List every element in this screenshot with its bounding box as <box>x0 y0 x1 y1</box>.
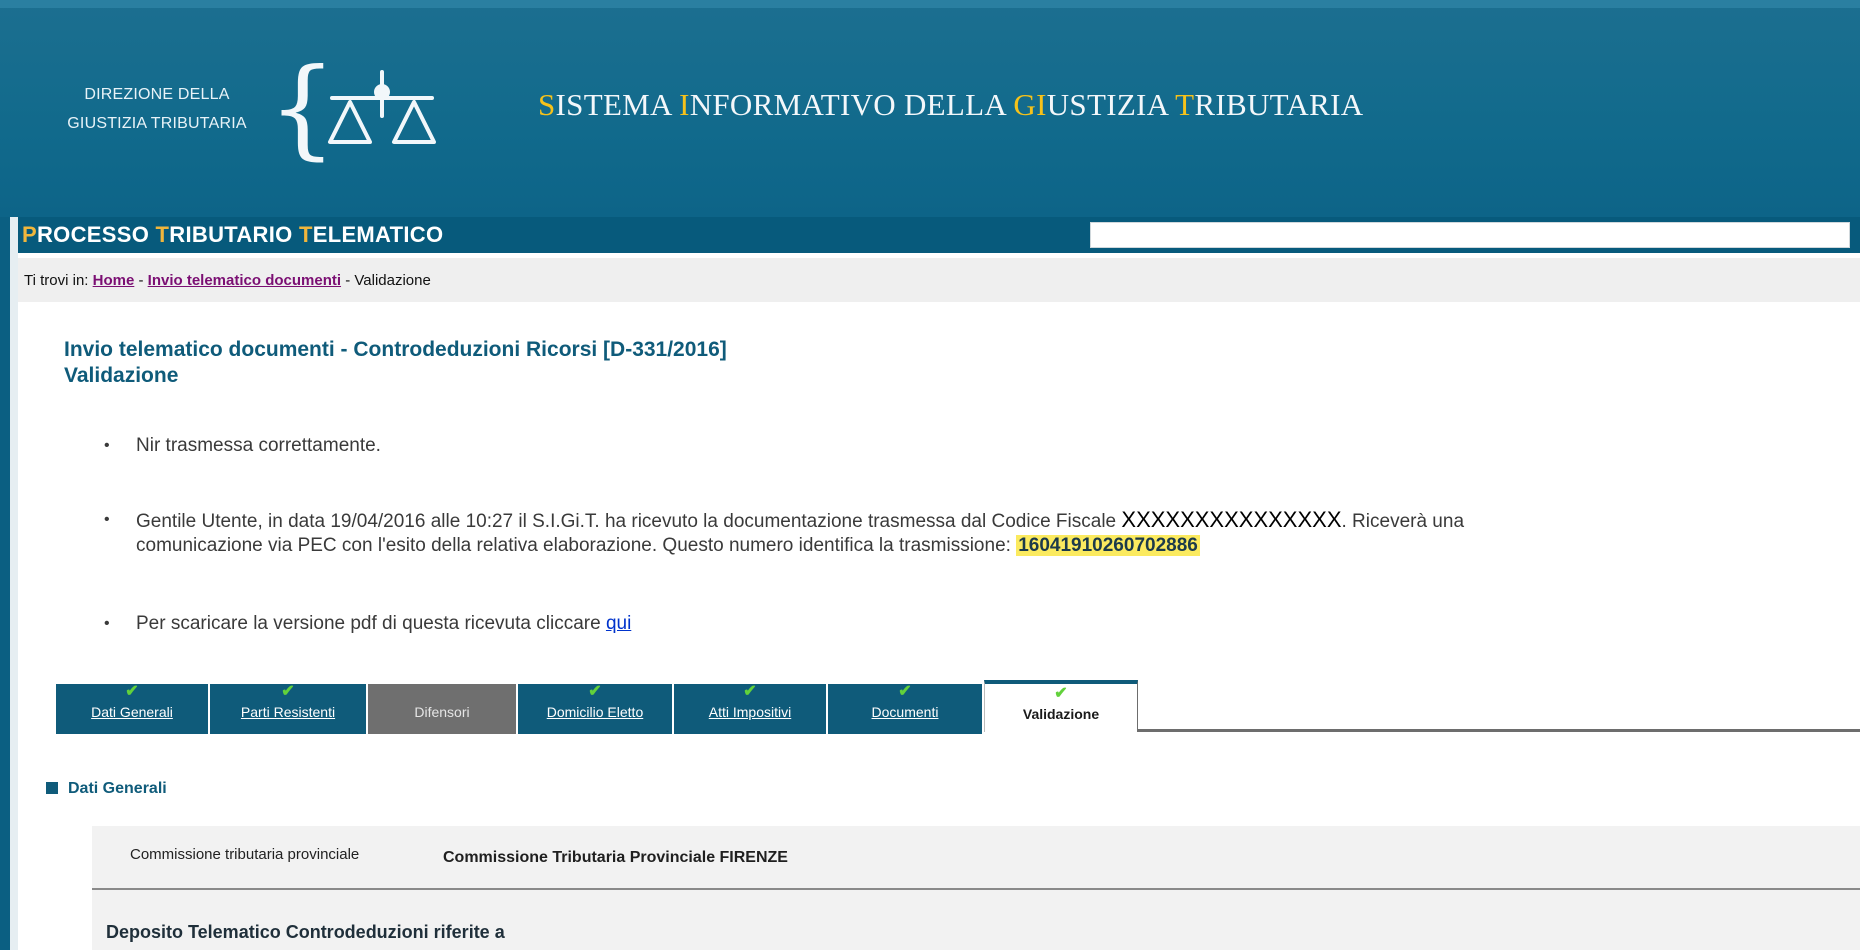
scales-of-justice-icon <box>328 70 436 144</box>
message-item: • Gentile Utente, in data 19/04/2016 all… <box>104 508 1854 562</box>
breadcrumb-prefix: Ti trovi in: <box>24 272 93 289</box>
breadcrumb-current: Validazione <box>354 272 431 289</box>
tab-label: Domicilio Eletto <box>546 704 644 720</box>
breadcrumb-separator: - <box>134 272 148 289</box>
left-frame-border <box>0 217 10 950</box>
message-text: . Riceverà una <box>1341 511 1465 532</box>
system-title-initial: T <box>1175 87 1195 122</box>
tab-documenti[interactable]: ✔ Documenti <box>828 684 982 734</box>
ptt-word: ELEMATICO <box>312 222 444 247</box>
org-name-line2: GIUSTIZIA TRIBUTARIA <box>67 115 247 132</box>
check-icon: ✔ <box>1054 685 1068 702</box>
org-name: DIREZIONE DELLA GIUSTIZIA TRIBUTARIA <box>52 80 262 138</box>
system-title: SISTEMA INFORMATIVO DELLA GIUSTIZIA TRIB… <box>538 87 1363 123</box>
breadcrumb-home-link[interactable]: Home <box>93 272 135 289</box>
check-icon: ✔ <box>898 683 912 700</box>
tab-label: Parti Resistenti <box>240 704 336 720</box>
system-title-word: USTIZIA <box>1046 87 1176 122</box>
message-text: Gentile Utente, in data 19/04/2016 alle … <box>136 511 1122 532</box>
commissione-label: Commissione tributaria provinciale <box>130 846 360 863</box>
tab-label: Documenti <box>871 704 939 720</box>
tab-label: Dati Generali <box>91 704 173 720</box>
message-item: • Nir trasmessa correttamente. <box>104 434 1804 460</box>
message-text-block: Gentile Utente, in data 19/04/2016 alle … <box>136 508 1464 558</box>
org-name-line1: DIREZIONE DELLA <box>84 86 230 103</box>
deposito-title: Deposito Telematico Controdeduzioni rife… <box>106 922 505 942</box>
breadcrumb-section-link[interactable]: Invio telematico documenti <box>148 272 341 289</box>
tab-dati-generali[interactable]: ✔ Dati Generali <box>56 684 208 734</box>
system-title-word: ISTEMA <box>555 87 680 122</box>
ptt-initial: T <box>155 222 170 247</box>
ptt-word: ROCESSO <box>36 222 156 247</box>
bullet: • <box>104 511 110 528</box>
message-text: comunicazione via PEC con l'esito della … <box>136 535 1017 556</box>
bullet: • <box>104 615 110 632</box>
breadcrumb-separator: - <box>341 272 355 289</box>
ptt-title: PROCESSO TRIBUTARIO TELEMATICO <box>22 222 443 248</box>
system-title-word: RIBUTARIA <box>1194 87 1364 122</box>
message-text: Nir trasmessa correttamente. <box>136 435 381 456</box>
tab-label: Validazione <box>1022 706 1100 722</box>
left-frame-inner <box>10 217 18 950</box>
commissione-value: Commissione Tributaria Provinciale FIREN… <box>443 849 788 866</box>
check-icon: ✔ <box>743 683 757 700</box>
check-icon: ✔ <box>588 683 602 700</box>
message-text: Per scaricare la versione pdf di questa … <box>136 613 606 634</box>
tab-difensori[interactable]: Difensori <box>368 684 516 734</box>
system-title-initial: S <box>538 87 556 122</box>
check-icon: ✔ <box>125 683 139 700</box>
system-title-initial: GI <box>1013 87 1047 122</box>
transmission-id: 16041910260702886 <box>1016 535 1200 556</box>
bullet: • <box>104 437 110 454</box>
header-user-box <box>1090 222 1850 248</box>
message-item: • Per scaricare la versione pdf di quest… <box>104 612 1804 638</box>
tabs-baseline <box>1137 729 1860 732</box>
section-title: Dati Generali <box>68 780 167 797</box>
ptt-word: RIBUTARIO <box>169 222 299 247</box>
breadcrumb: Ti trovi in: Home - Invio telematico doc… <box>24 272 431 289</box>
tab-label: Difensori <box>414 704 470 720</box>
square-bullet-icon <box>46 782 58 794</box>
ptt-initial: P <box>22 222 37 247</box>
system-title-word: NFORMATIVO DELLA <box>689 87 1014 122</box>
codice-fiscale: XXXXXXXXXXXXXXX <box>1121 507 1342 532</box>
system-title-initial: I <box>679 87 690 122</box>
page-subtitle: Validazione <box>64 364 179 387</box>
message-text-block: Per scaricare la versione pdf di questa … <box>136 612 631 636</box>
section-heading: Dati Generali <box>46 780 167 798</box>
header-top-strip <box>0 0 1860 8</box>
check-icon: ✔ <box>281 683 295 700</box>
pdf-download-link[interactable]: qui <box>606 613 631 634</box>
ptt-initial: T <box>298 222 313 247</box>
tab-label: Atti Impositivi <box>708 704 792 720</box>
tab-domicilio-eletto[interactable]: ✔ Domicilio Eletto <box>518 684 672 734</box>
tab-validazione[interactable]: ✔ Validazione <box>984 680 1138 732</box>
tab-atti-impositivi[interactable]: ✔ Atti Impositivi <box>674 684 826 734</box>
tab-parti-resistenti[interactable]: ✔ Parti Resistenti <box>210 684 366 734</box>
page-title: Invio telematico documenti - Controdeduz… <box>64 338 727 361</box>
